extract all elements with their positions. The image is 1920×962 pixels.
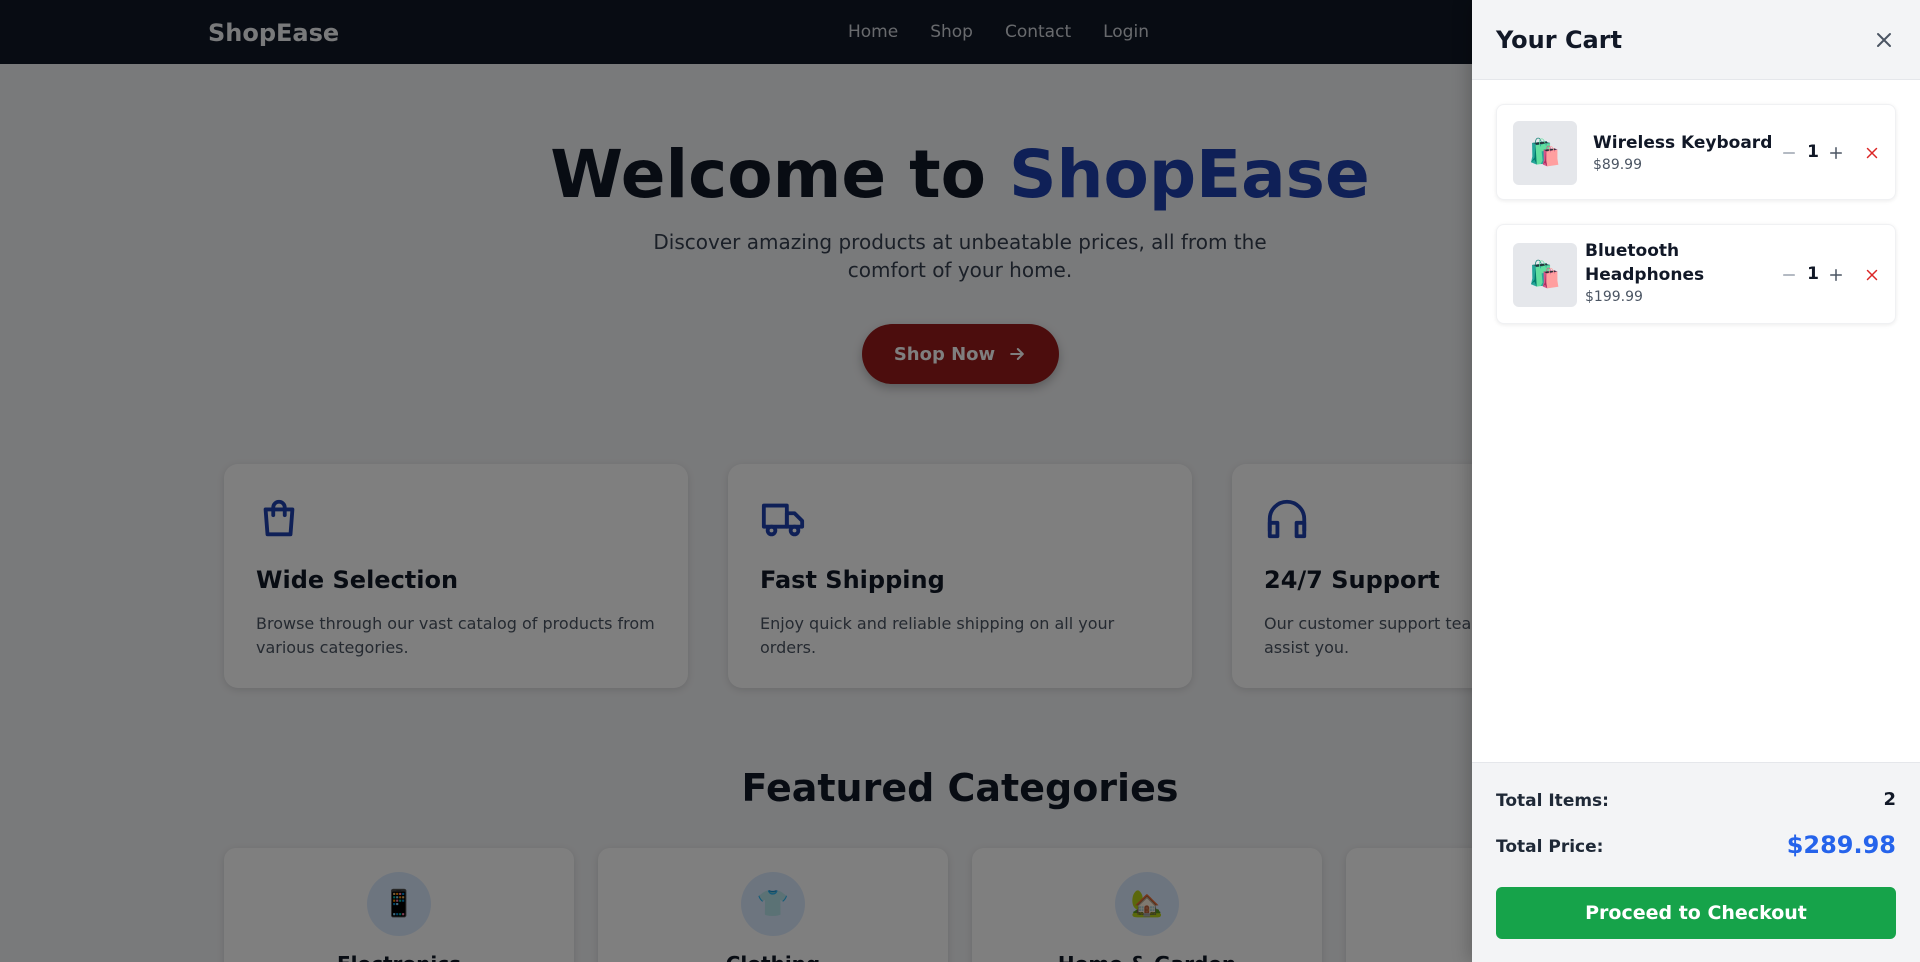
item-quantity: 1: [1807, 264, 1819, 284]
cart-title: Your Cart: [1496, 26, 1623, 54]
item-quantity: 1: [1807, 142, 1819, 162]
plus-icon[interactable]: [1827, 266, 1845, 284]
cart-item: 🛍️ Wireless Keyboard $89.99 1: [1496, 104, 1896, 200]
shopping-bag-icon: 🛍️: [1513, 121, 1577, 185]
minus-icon[interactable]: [1780, 266, 1798, 284]
total-price-value: $289.98: [1786, 831, 1896, 859]
plus-icon[interactable]: [1827, 144, 1845, 162]
cart-header: Your Cart: [1472, 0, 1920, 80]
cart-drawer: Your Cart 🛍️ Wireless Keyboard $89.99 1 …: [1472, 0, 1920, 962]
cart-footer: Total Items: 2 Total Price: $289.98 Proc…: [1472, 762, 1920, 962]
item-name: Wireless Keyboard: [1593, 133, 1773, 153]
minus-icon[interactable]: [1780, 144, 1798, 162]
close-icon[interactable]: [1872, 28, 1896, 52]
checkout-button[interactable]: Proceed to Checkout: [1496, 887, 1896, 939]
total-price-label: Total Price:: [1496, 837, 1604, 857]
remove-icon[interactable]: [1863, 266, 1881, 284]
item-price: $199.99: [1585, 289, 1643, 305]
cart-item: 🛍️ Bluetooth Headphones $199.99 1: [1496, 224, 1896, 324]
shopping-bag-icon: 🛍️: [1513, 243, 1577, 307]
item-name: Bluetooth Headphones: [1585, 241, 1705, 285]
total-items-label: Total Items:: [1496, 791, 1609, 811]
item-price: $89.99: [1593, 157, 1642, 173]
total-items-value: 2: [1883, 789, 1896, 810]
remove-icon[interactable]: [1863, 144, 1881, 162]
